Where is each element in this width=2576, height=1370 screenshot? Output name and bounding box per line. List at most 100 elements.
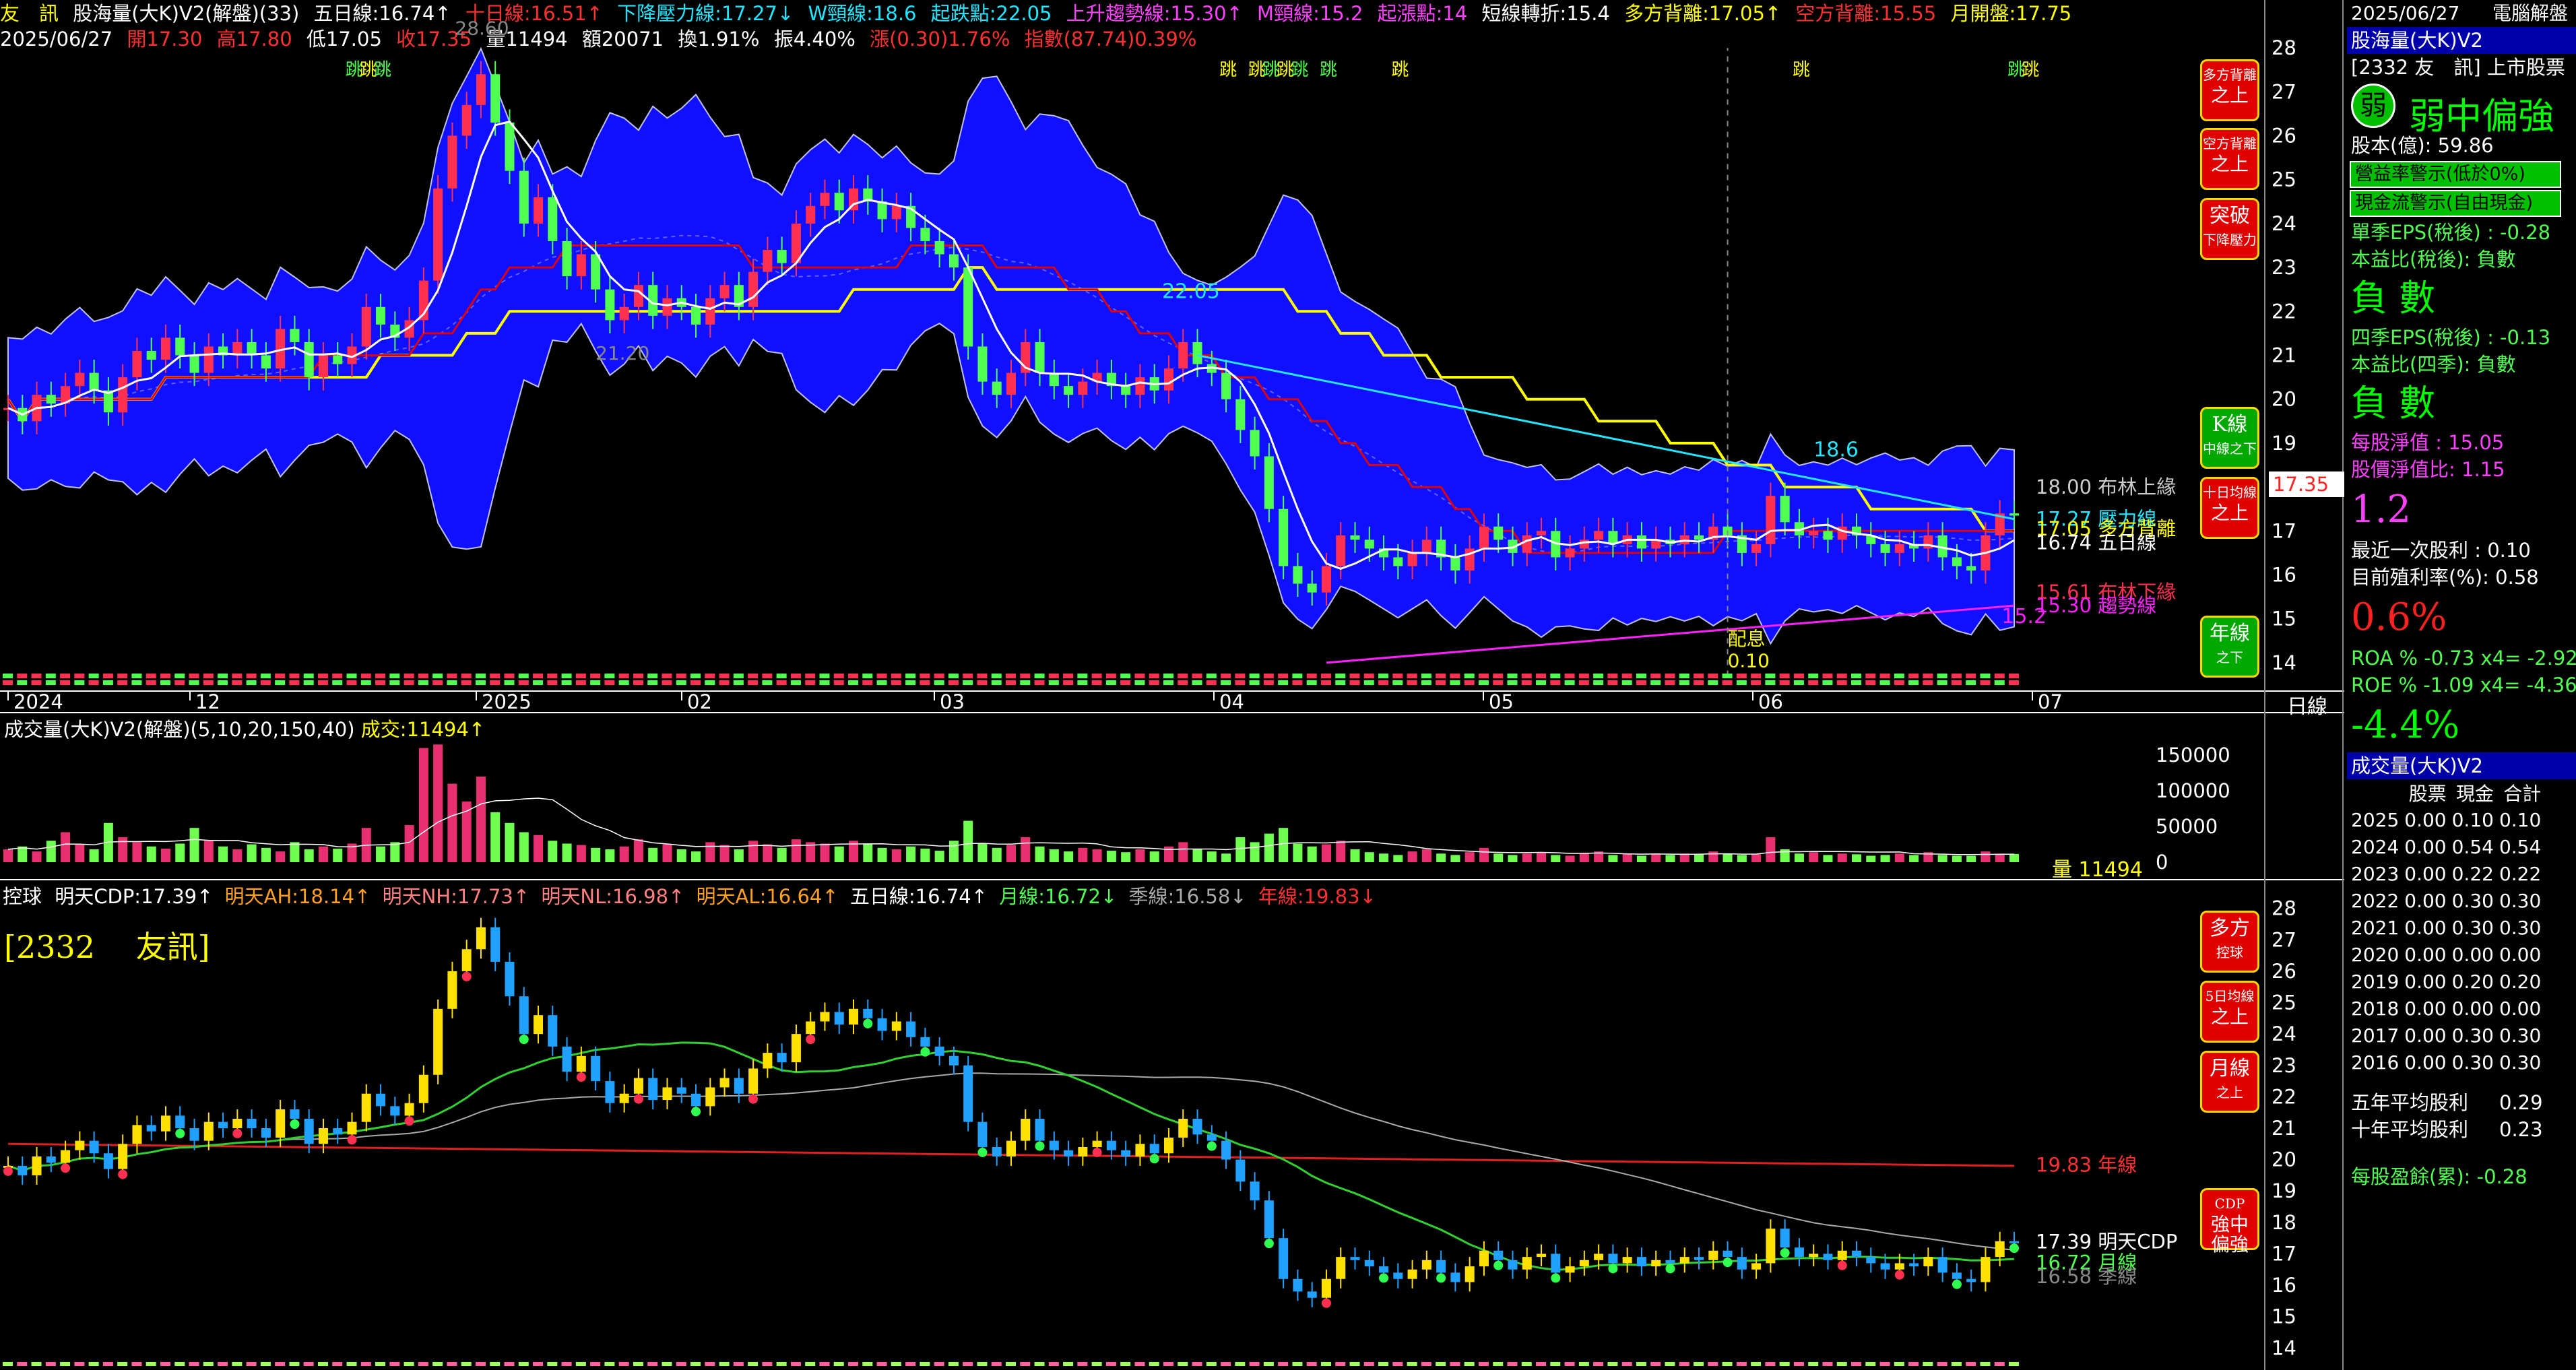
control-y-tick: 23 <box>2272 1054 2296 1077</box>
control-body <box>1221 1140 1231 1160</box>
dividend-total: 0.10 <box>2499 808 2542 831</box>
signal-bar <box>1392 674 1403 678</box>
volume-bar <box>1981 851 1991 862</box>
signal-bar <box>1507 680 1518 685</box>
signal-bar <box>1937 680 1947 685</box>
control-body <box>906 1021 916 1037</box>
control-body <box>418 1074 428 1103</box>
control-signal-bar <box>1464 1362 1475 1366</box>
control-signal-bar <box>1263 1362 1274 1366</box>
cdp-button[interactable]: CDP 強中偏強 <box>2200 1188 2259 1255</box>
signal-bar <box>1521 674 1532 678</box>
signal-bar <box>647 674 658 678</box>
panel-mode[interactable]: 電腦解盤 <box>2488 0 2568 27</box>
control-signal-bar <box>1450 1362 1460 1366</box>
control-signal-bar <box>332 1362 343 1366</box>
candle-body <box>920 228 930 241</box>
signal-bar <box>1363 680 1374 685</box>
signal-bar <box>260 674 271 678</box>
control-signal-bar <box>991 1362 1002 1366</box>
control-signal-bar <box>389 1362 400 1366</box>
avg5-row: 五年平均股利 0.29 <box>2347 1089 2576 1116</box>
avg10-row: 十年平均股利 0.23 <box>2347 1116 2576 1143</box>
signal-bar <box>805 674 816 678</box>
candle-body <box>963 267 973 347</box>
bull-div-above-label: 多方背離 <box>2203 67 2257 83</box>
dividend-stock: 0.00 <box>2404 835 2447 858</box>
control-body <box>920 1037 930 1047</box>
control-body <box>1021 1119 1031 1141</box>
signal-bar <box>733 674 744 678</box>
signal-bar <box>1450 680 1460 685</box>
x-tick: 12 <box>195 690 220 713</box>
control-signal-bar <box>1178 1362 1188 1366</box>
signal-bar <box>618 680 629 685</box>
candle-body <box>1579 540 1589 549</box>
month-line-above-button[interactable]: 月線 之上 <box>2200 1051 2259 1113</box>
control-dot <box>519 1035 529 1045</box>
control-signal-bar <box>461 1362 472 1366</box>
signal-bar <box>1349 680 1360 685</box>
candle-body <box>591 254 601 290</box>
dividend-total: 0.30 <box>2499 1024 2542 1047</box>
volume-indicator-name: 成交量(大K)V2(解盤)(5,10,20,150,40) <box>4 718 355 741</box>
dividend-year: 2018 <box>2351 997 2400 1020</box>
candle-body <box>1336 535 1346 566</box>
control-signal-bar <box>647 1362 658 1366</box>
signal-bar <box>862 680 873 685</box>
control-dot <box>118 1169 128 1179</box>
control-signal-bar <box>1063 1362 1074 1366</box>
volume-bar <box>1035 846 1045 862</box>
signal-bar <box>1478 680 1489 685</box>
volume-bar <box>1837 853 1847 862</box>
signal-bar <box>1636 674 1646 678</box>
signal-bar <box>805 680 816 685</box>
control-signal-bar <box>690 1362 701 1366</box>
control-body <box>1293 1278 1303 1292</box>
signal-bar <box>317 674 328 678</box>
signal-bar <box>1306 680 1317 685</box>
ma5-above-button[interactable]: 5日均線 之上 <box>2200 981 2259 1043</box>
signal-bar <box>418 680 428 685</box>
signal-bar <box>218 680 228 685</box>
bull-div-above-button[interactable]: 多方背離 之上 <box>2200 59 2259 121</box>
control-body <box>1737 1257 1747 1270</box>
control-signal-bar <box>1363 1362 1374 1366</box>
bear-div-above-sublabel: 之上 <box>2210 153 2249 175</box>
volume-bar <box>247 844 257 862</box>
volume-bar <box>1206 851 1217 862</box>
signal-bar <box>389 674 400 678</box>
ma10-above-button[interactable]: 十日均線 之上 <box>2200 477 2259 539</box>
control-signal-bar <box>1650 1362 1661 1366</box>
candle-body <box>934 240 944 255</box>
signal-bar <box>1006 680 1016 685</box>
signal-bar <box>174 674 185 678</box>
bull-control-button[interactable]: 多方 控球 <box>2200 911 2259 973</box>
signal-bar <box>748 674 759 678</box>
control-signal-bar <box>1521 1362 1532 1366</box>
price-y-tick: 16 <box>2272 564 2296 587</box>
control-dot <box>404 1116 414 1126</box>
k-line-button[interactable]: K線 中線之下 <box>2200 407 2259 469</box>
dividend-year: 2019 <box>2351 970 2400 993</box>
control-body <box>61 1150 71 1163</box>
price-y-tick: 22 <box>2272 300 2296 323</box>
candle-body <box>1307 583 1317 593</box>
signal-bar <box>1077 680 1088 685</box>
volume-bar <box>1436 853 1446 862</box>
price-chart[interactable]: 28.6021.2022.0518.615.2配息0.10跳跳跳跳跳跳跳跳跳跳跳… <box>0 0 2344 1370</box>
signal-bar <box>189 680 199 685</box>
bear-div-above-button[interactable]: 空方背離 之上 <box>2200 128 2259 190</box>
control-header: 控球 明天CDP:17.39↑ 明天AH:18.14↑ 明天NH:17.73↑ … <box>3 881 1376 909</box>
volume-bar <box>1636 855 1646 862</box>
year-line-below-button[interactable]: 年線 之下 <box>2200 616 2259 678</box>
control-body <box>591 1055 601 1082</box>
signal-bar <box>1134 680 1145 685</box>
volume-value-label: 量 11494 <box>2052 858 2143 882</box>
breakout-button[interactable]: 突破 下降壓力 <box>2200 198 2259 260</box>
control-body <box>1250 1181 1260 1201</box>
control-dot <box>3 1166 13 1176</box>
candle-body <box>977 346 988 382</box>
signal-bar <box>332 674 343 678</box>
signal-bar <box>1836 674 1847 678</box>
